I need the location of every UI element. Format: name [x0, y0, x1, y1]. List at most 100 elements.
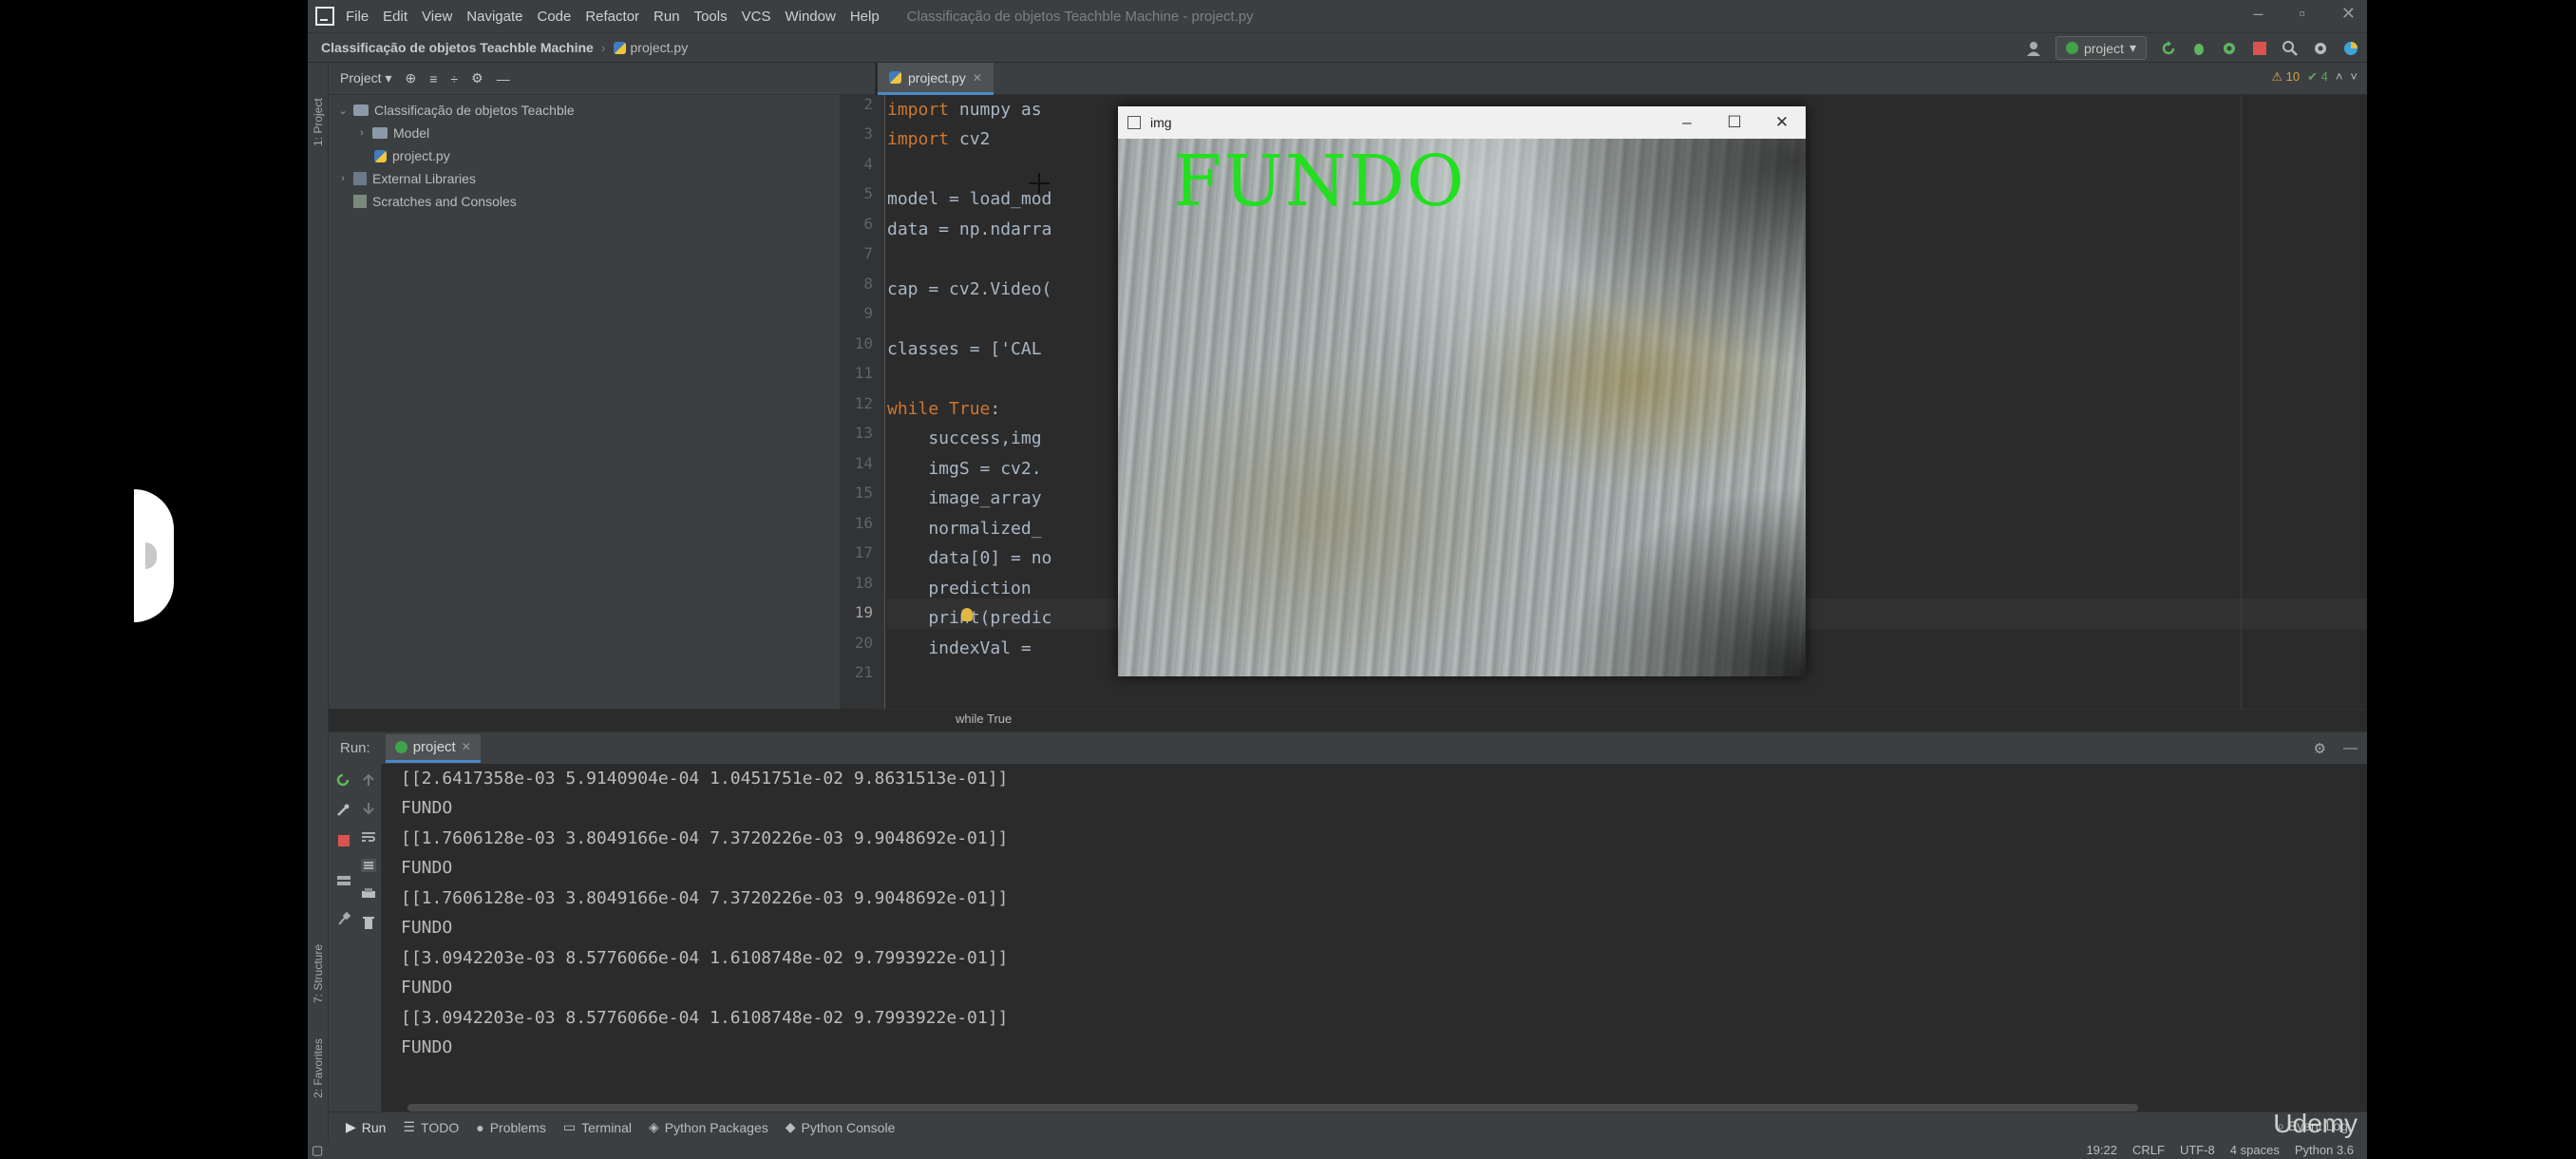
collapse-all-icon[interactable]: ≡	[429, 71, 437, 86]
arrow-up-icon[interactable]	[361, 773, 376, 787]
menu-view[interactable]: View	[422, 9, 452, 25]
python-interpreter[interactable]: Python 3.6	[2295, 1143, 2354, 1157]
maximize-icon[interactable]: ▫	[2300, 4, 2305, 24]
rerun-icon[interactable]	[336, 773, 351, 787]
gear-icon[interactable]	[2312, 40, 2329, 57]
favorites-tool-label[interactable]: 2: Favorites	[312, 1038, 325, 1098]
plugin-icon[interactable]	[2342, 40, 2359, 57]
settings-gear-icon[interactable]: ⚙	[2314, 740, 2326, 757]
line-separator[interactable]: CRLF	[2132, 1143, 2165, 1157]
package-icon: ◈	[648, 1119, 659, 1134]
line-number: 4	[863, 155, 873, 173]
hide-panel-icon[interactable]: —	[2343, 740, 2358, 757]
tool-tab-python-console[interactable]: ◆ Python Console	[786, 1119, 896, 1135]
tree-item-root[interactable]: ⌄ Classificação de objetos Teachble	[329, 99, 875, 122]
opencv-window-titlebar[interactable]: img – ☐ ✕	[1118, 106, 1806, 139]
breadcrumb-separator: ›	[600, 40, 606, 55]
indent-setting[interactable]: 4 spaces	[2230, 1143, 2280, 1157]
menu-navigate[interactable]: Navigate	[466, 9, 522, 25]
code-breadcrumb[interactable]: while True	[878, 709, 2367, 728]
pin-icon[interactable]	[336, 912, 351, 925]
structure-tool-label[interactable]: 7: Structure	[312, 944, 325, 1003]
caret-position[interactable]: 19:22	[2086, 1143, 2117, 1157]
tree-item-scratches[interactable]: Scratches and Consoles	[329, 190, 875, 213]
player-side-handle[interactable]	[134, 489, 174, 622]
run-tab-project[interactable]: project ✕	[385, 733, 481, 763]
tool-tab-python-packages[interactable]: ◈ Python Packages	[649, 1119, 768, 1135]
tool-tab-todo[interactable]: ☰ TODO	[403, 1119, 459, 1135]
library-icon	[353, 172, 367, 185]
debug-icon[interactable]	[2190, 40, 2207, 57]
tool-tab-terminal[interactable]: ▭ Terminal	[563, 1119, 632, 1135]
chevron-down-icon[interactable]: ˅	[2350, 69, 2358, 85]
menu-window[interactable]: Window	[785, 9, 835, 25]
close-tab-icon[interactable]: ✕	[973, 71, 982, 85]
collapsed-arrow-icon[interactable]: ›	[355, 127, 369, 139]
menu-tools[interactable]: Tools	[694, 9, 728, 25]
console-horizontal-scrollbar[interactable]	[407, 1104, 2138, 1112]
soft-wrap-icon[interactable]	[361, 830, 376, 844]
close-tab-icon[interactable]: ✕	[462, 740, 471, 753]
tab-project-py[interactable]: project.py ✕	[878, 63, 994, 95]
minimize-icon[interactable]: –	[2254, 4, 2263, 24]
arrow-down-icon[interactable]	[361, 802, 376, 815]
tool-tab-run[interactable]: ▶ Run	[346, 1119, 386, 1135]
menu-code[interactable]: Code	[537, 9, 571, 25]
trash-icon[interactable]	[361, 916, 376, 929]
user-icon[interactable]	[2025, 40, 2042, 57]
tree-item-external-libraries[interactable]: › External Libraries	[329, 167, 875, 190]
stop-icon[interactable]	[2251, 40, 2268, 57]
minimize-icon[interactable]: –	[1663, 106, 1711, 139]
tree-item-label: Scratches and Consoles	[372, 194, 517, 209]
scratches-icon	[353, 195, 367, 208]
line-number: 12	[854, 394, 873, 412]
run-panel-header: Run: project ✕ ⚙ —	[329, 732, 2367, 764]
rerun-icon[interactable]	[2160, 40, 2177, 57]
project-view-select[interactable]: Project ▾	[340, 70, 392, 86]
search-icon[interactable]	[2282, 40, 2299, 57]
folder-icon	[372, 127, 388, 139]
file-encoding[interactable]: UTF-8	[2180, 1143, 2215, 1157]
chevron-up-icon[interactable]: ˄	[2336, 69, 2343, 85]
maximize-icon[interactable]: ☐	[1711, 106, 1758, 139]
scroll-to-end-icon[interactable]	[361, 859, 376, 872]
menu-run[interactable]: Run	[653, 9, 680, 25]
stop-icon[interactable]	[336, 834, 351, 847]
layout-toggle-icon[interactable]: ▢	[312, 1143, 323, 1158]
line-number: 14	[854, 454, 873, 472]
code-line: data[0] = no	[887, 548, 1052, 568]
run-panel-actions: ⚙ —	[2314, 740, 2358, 757]
hide-panel-icon[interactable]: —	[497, 71, 510, 86]
menu-edit[interactable]: Edit	[383, 9, 407, 25]
layout-icon[interactable]	[336, 874, 351, 887]
expanded-arrow-icon[interactable]: ⌄	[336, 104, 350, 117]
close-icon[interactable]: ✕	[2341, 4, 2356, 24]
menu-file[interactable]: File	[346, 9, 369, 25]
menu-vcs[interactable]: VCS	[742, 9, 771, 25]
locate-file-icon[interactable]: ⊕	[406, 70, 417, 86]
console-line: FUNDO	[401, 918, 453, 938]
breadcrumb-project[interactable]: Classificação de objetos Teachble Machin…	[321, 40, 594, 55]
settings-gear-icon[interactable]: ⚙	[471, 70, 483, 86]
expand-all-icon[interactable]: ÷	[450, 71, 458, 86]
tree-item-project-py[interactable]: project.py	[329, 144, 875, 167]
print-icon[interactable]	[361, 887, 376, 901]
run-tab-label: project	[412, 738, 456, 755]
close-icon[interactable]: ✕	[1758, 106, 1806, 139]
wrench-icon[interactable]	[336, 804, 351, 817]
console-line: [[3.0942203e-03 8.5776066e-04 1.6108748e…	[401, 948, 1009, 968]
tree-item-model[interactable]: › Model	[329, 122, 875, 144]
lightbulb-icon[interactable]	[961, 608, 973, 621]
breadcrumb-file[interactable]: project.py	[613, 40, 688, 55]
inspection-widget[interactable]: ⚠ 10 ✔ 4 ˄ ˅	[2271, 69, 2358, 85]
tree-item-label: project.py	[392, 148, 450, 163]
coverage-icon[interactable]	[2221, 40, 2238, 57]
opencv-image-window[interactable]: img – ☐ ✕ FUNDO	[1118, 106, 1806, 676]
menu-help[interactable]: Help	[850, 9, 880, 25]
collapsed-arrow-icon[interactable]: ›	[336, 173, 350, 184]
tool-tab-problems[interactable]: ● Problems	[476, 1120, 546, 1135]
project-tool-label[interactable]: 1: Project	[312, 98, 325, 146]
run-console[interactable]: [[2.6417358e-03 5.9140904e-04 1.0451751e…	[382, 764, 2367, 1112]
run-configuration-select[interactable]: project ▾	[2055, 36, 2147, 60]
menu-refactor[interactable]: Refactor	[585, 9, 639, 25]
